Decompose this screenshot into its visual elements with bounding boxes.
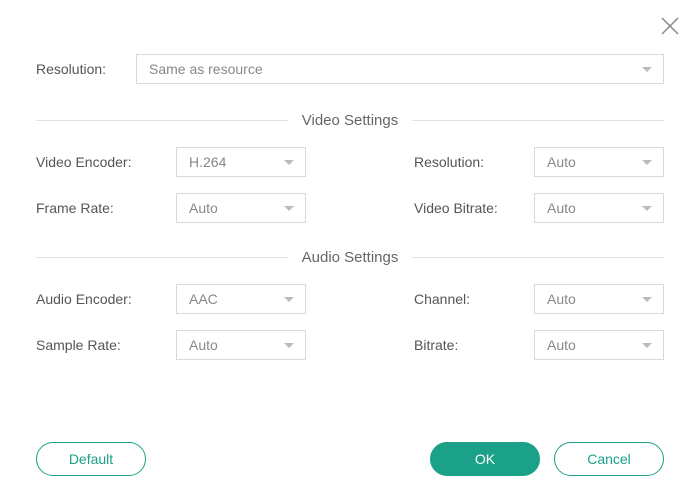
- channel-value: Auto: [547, 291, 576, 307]
- cancel-button[interactable]: Cancel: [554, 442, 664, 476]
- audio-bitrate-label: Bitrate:: [414, 337, 534, 353]
- chevron-down-icon: [641, 61, 653, 77]
- default-button-label: Default: [69, 451, 113, 467]
- channel-label: Channel:: [414, 291, 534, 307]
- frame-rate-label: Frame Rate:: [36, 200, 176, 216]
- chevron-down-icon: [641, 200, 653, 216]
- audio-bitrate-select[interactable]: Auto: [534, 330, 664, 360]
- frame-rate-value: Auto: [189, 200, 218, 216]
- sample-rate-select[interactable]: Auto: [176, 330, 306, 360]
- video-encoder-value: H.264: [189, 154, 226, 170]
- chevron-down-icon: [641, 291, 653, 307]
- audio-settings-title: Audio Settings: [288, 249, 413, 266]
- close-icon: [658, 14, 682, 38]
- resolution-top-select[interactable]: Same as resource: [136, 54, 664, 84]
- video-settings-header: Video Settings: [36, 112, 664, 129]
- audio-encoder-value: AAC: [189, 291, 218, 307]
- audio-bitrate-value: Auto: [547, 337, 576, 353]
- chevron-down-icon: [283, 291, 295, 307]
- sample-rate-label: Sample Rate:: [36, 337, 176, 353]
- audio-encoder-label: Audio Encoder:: [36, 291, 176, 307]
- chevron-down-icon: [283, 337, 295, 353]
- video-resolution-label: Resolution:: [414, 154, 534, 170]
- video-encoder-label: Video Encoder:: [36, 154, 176, 170]
- channel-select[interactable]: Auto: [534, 284, 664, 314]
- close-button[interactable]: [658, 14, 682, 38]
- resolution-top-label: Resolution:: [36, 61, 136, 77]
- video-encoder-select[interactable]: H.264: [176, 147, 306, 177]
- video-bitrate-label: Video Bitrate:: [414, 200, 534, 216]
- default-button[interactable]: Default: [36, 442, 146, 476]
- audio-settings-header: Audio Settings: [36, 249, 664, 266]
- chevron-down-icon: [641, 337, 653, 353]
- video-resolution-value: Auto: [547, 154, 576, 170]
- chevron-down-icon: [283, 154, 295, 170]
- ok-button[interactable]: OK: [430, 442, 540, 476]
- ok-button-label: OK: [475, 451, 495, 467]
- video-settings-title: Video Settings: [288, 112, 412, 129]
- audio-encoder-select[interactable]: AAC: [176, 284, 306, 314]
- sample-rate-value: Auto: [189, 337, 218, 353]
- chevron-down-icon: [283, 200, 295, 216]
- video-bitrate-value: Auto: [547, 200, 576, 216]
- resolution-top-value: Same as resource: [149, 61, 263, 77]
- cancel-button-label: Cancel: [587, 451, 631, 467]
- frame-rate-select[interactable]: Auto: [176, 193, 306, 223]
- video-bitrate-select[interactable]: Auto: [534, 193, 664, 223]
- chevron-down-icon: [641, 154, 653, 170]
- video-resolution-select[interactable]: Auto: [534, 147, 664, 177]
